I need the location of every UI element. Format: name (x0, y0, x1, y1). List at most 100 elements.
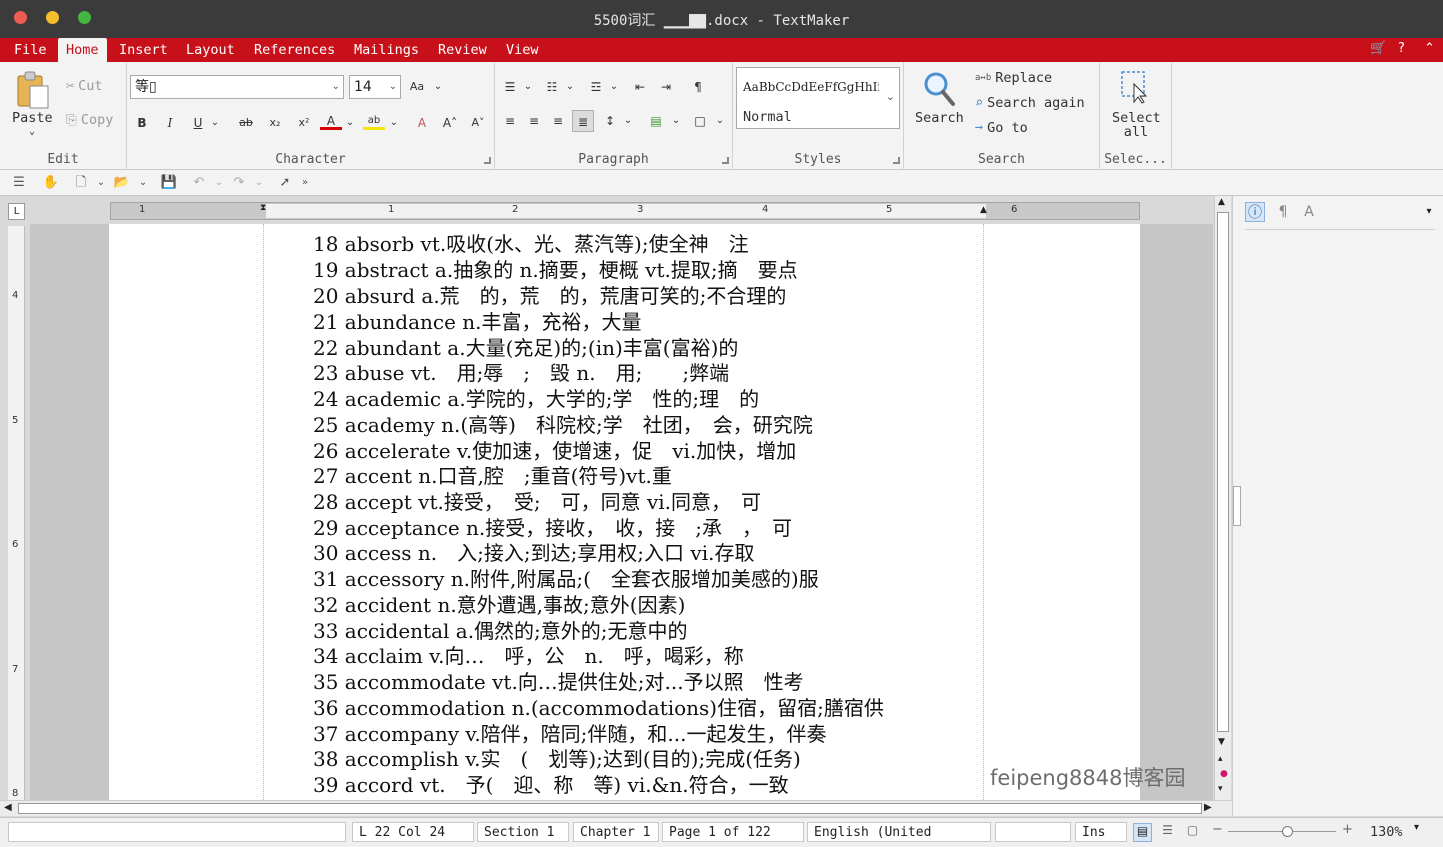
help-icon[interactable]: ? (1398, 41, 1405, 56)
text-line[interactable]: 32 accident n.意外遭遇,事故;意外(因素) (313, 592, 685, 618)
right-indent-marker-icon[interactable]: ▲ (980, 205, 987, 215)
redo-icon[interactable]: ↷ (230, 174, 248, 192)
scrollbar-thumb[interactable] (18, 803, 1202, 814)
font-combo[interactable]: 等▯ ⌄ (130, 75, 344, 99)
text-line[interactable]: 25 academy n.(高等) 科院校;学 社团， 会，研究院 (313, 412, 813, 438)
text-line[interactable]: 37 accompany v.陪伴，陪同;伴随，和...一起发生，伴奏 (313, 721, 827, 747)
outline-view-icon[interactable]: ☰ (1158, 823, 1177, 842)
paste-dropdown-icon[interactable]: ⌄ (29, 126, 35, 137)
toolbar-overflow-icon[interactable]: » (296, 174, 314, 192)
text-line[interactable]: 20 absurd a.荒 的，荒 的，荒唐可笑的;不合理的 (313, 283, 786, 309)
ribbon-collapse-icon[interactable]: ⌃ (1424, 41, 1435, 56)
previous-page-icon[interactable]: ▴ (1218, 754, 1223, 764)
page-indicator[interactable]: Page 1 of 122 (662, 822, 804, 842)
insert-mode-indicator[interactable]: Ins (1075, 822, 1127, 842)
text-line[interactable]: 22 abundant a.大量(充足)的;(in)丰富(富裕)的 (313, 335, 738, 361)
align-center-icon[interactable]: ≡ (523, 110, 545, 132)
menu-layout[interactable]: Layout (178, 38, 243, 62)
text-line[interactable]: 28 accept vt.接受， 受; 可，同意 vi.同意， 可 (313, 489, 761, 515)
chevron-down-icon[interactable]: ⌄ (250, 174, 268, 192)
next-page-icon[interactable]: ▾ (1218, 784, 1223, 794)
zoom-slider-thumb[interactable] (1282, 826, 1293, 837)
chevron-down-icon[interactable]: ⌄ (92, 174, 110, 192)
search-button[interactable]: Search (915, 110, 964, 126)
text-line[interactable]: 35 accommodate vt.向…提供住处;对...予以照 性考 (313, 669, 804, 695)
chevron-down-icon[interactable]: ⌄ (427, 76, 449, 98)
zoom-dropdown-icon[interactable]: ▾ (1414, 822, 1419, 833)
borders-icon[interactable]: □ (689, 110, 711, 132)
vertical-scrollbar[interactable]: ▲ ▼ ▴ ● ▾ (1214, 196, 1231, 800)
pointer-icon[interactable]: ➚ (276, 174, 294, 192)
justify-icon[interactable]: ≣ (572, 110, 594, 132)
shading-icon[interactable]: ▤ (645, 110, 667, 132)
chevron-down-icon[interactable]: ⌄ (204, 112, 226, 134)
text-line[interactable]: 27 accent n.口音,腔 ;重音(符号)vt.重 (313, 463, 672, 489)
hamburger-menu-icon[interactable]: ☰ (10, 174, 28, 192)
normal-view-icon[interactable]: ▤ (1133, 823, 1152, 842)
text-line[interactable]: 30 access n. 入;接入;到达;享用权;入口 vi.存取 (313, 540, 754, 566)
page-view-icon[interactable]: ▢ (1183, 823, 1202, 842)
info-icon[interactable]: ⓘ (1245, 202, 1265, 222)
paragraph-marks-icon[interactable]: ¶ (1273, 202, 1293, 222)
undo-icon[interactable]: ↶ (190, 174, 208, 192)
scroll-up-icon[interactable]: ▲ (1218, 197, 1225, 207)
chevron-down-icon[interactable]: ⌄ (210, 174, 228, 192)
select-all-icon[interactable] (1120, 70, 1150, 108)
menu-references[interactable]: References (246, 38, 343, 62)
left-indent-marker-icon[interactable]: ⧗ (260, 203, 266, 213)
superscript-button[interactable]: x² (293, 112, 315, 134)
horizontal-scrollbar[interactable]: ◀ ▶ (0, 800, 1232, 816)
grow-font-icon[interactable]: A˄ (439, 112, 461, 134)
select-all-button[interactable]: Select all (1112, 110, 1161, 139)
scroll-left-icon[interactable]: ◀ (4, 802, 12, 813)
styles-dialog-launcher-icon[interactable] (893, 157, 900, 164)
chevron-down-icon[interactable]: ⌄ (709, 110, 731, 132)
strikethrough-button[interactable]: ab (235, 112, 257, 134)
text-line[interactable]: 34 acclaim v.向… 呼，公 n. 呼，喝彩，称 (313, 643, 744, 669)
chevron-down-icon[interactable]: ⌄ (339, 112, 361, 134)
text-line[interactable]: 39 accord vt. 予( 迎、称 等) vi.&n.符合，一致 (313, 772, 789, 798)
menu-view[interactable]: View (498, 38, 547, 62)
new-document-icon[interactable]: 🗋 (72, 174, 90, 192)
text-line[interactable]: 31 accessory n.附件,附属品;( 全套衣服增加美感的)服 (313, 566, 819, 592)
panel-menu-icon[interactable]: ▾ (1419, 202, 1439, 222)
text-line[interactable]: 24 academic a.学院的，大学的;学 性的;理 的 (313, 386, 759, 412)
text-line[interactable]: 18 absorb vt.吸收(水、光、蒸汽等);使全神 注 (313, 231, 749, 257)
chevron-down-icon[interactable]: ⌄ (665, 110, 687, 132)
scroll-right-icon[interactable]: ▶ (1204, 802, 1212, 813)
chevron-down-icon[interactable]: ⌄ (603, 76, 625, 98)
replace-button[interactable]: a↔b Replace (975, 70, 1052, 86)
paste-icon[interactable] (16, 70, 52, 110)
text-line[interactable]: 23 abuse vt. 用;辱 ; 毁 n. 用; ;弊端 (313, 360, 729, 386)
text-line[interactable]: 19 abstract a.抽象的 n.摘要，梗概 vt.提取;摘 要点 (313, 257, 798, 283)
text-line[interactable]: 26 accelerate v.使加速，使增速，促 vi.加快，增加 (313, 438, 796, 464)
align-left-icon[interactable]: ≡ (499, 110, 521, 132)
font-size-combo[interactable]: 14 ⌄ (349, 75, 401, 99)
subscript-button[interactable]: x₂ (264, 112, 286, 134)
menu-file[interactable]: File (6, 38, 55, 62)
italic-button[interactable]: I (159, 112, 181, 134)
text-line[interactable]: 38 accomplish v.实 ( 划等);达到(目的);完成(任务) (313, 746, 801, 772)
chevron-down-icon[interactable]: ⌄ (886, 90, 895, 103)
paragraph-dialog-launcher-icon[interactable] (722, 157, 729, 164)
text-line[interactable]: 33 accidental a.偶然的;意外的;无意中的 (313, 618, 688, 644)
chevron-down-icon[interactable]: ⌄ (517, 76, 539, 98)
hand-tool-icon[interactable]: ✋ (42, 174, 60, 192)
save-icon[interactable]: 💾 (160, 174, 178, 192)
goto-button[interactable]: ➞ Go to (975, 120, 1028, 136)
shrink-font-icon[interactable]: A˅ (467, 112, 489, 134)
highlight-icon[interactable]: ab (363, 110, 385, 130)
document-page[interactable]: 18 absorb vt.吸收(水、光、蒸汽等);使全神 注 19 abstra… (109, 224, 1140, 800)
zoom-in-icon[interactable]: + (1342, 822, 1353, 837)
character-dialog-launcher-icon[interactable] (484, 157, 491, 164)
tab-stop-selector[interactable]: L (8, 203, 25, 220)
search-again-button[interactable]: ⌕ Search again (975, 95, 1085, 111)
increase-indent-icon[interactable]: ⇥ (655, 76, 677, 98)
zoom-level[interactable]: 130% (1370, 824, 1403, 840)
sidebar-splitter[interactable] (1233, 486, 1241, 526)
document-area[interactable]: 18 absorb vt.吸收(水、光、蒸汽等);使全神 注 19 abstra… (30, 224, 1213, 800)
bold-button[interactable]: B (131, 112, 153, 134)
browse-object-icon[interactable]: ● (1220, 769, 1228, 779)
cart-icon[interactable]: 🛒 (1370, 41, 1386, 56)
language-indicator[interactable]: English (United (807, 822, 991, 842)
